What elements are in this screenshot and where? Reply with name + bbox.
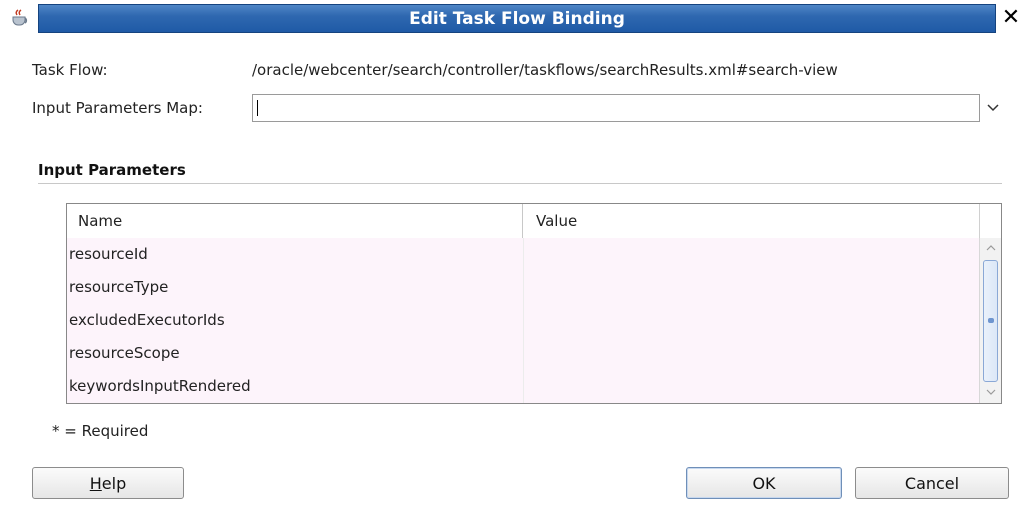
- section-divider: [38, 183, 1002, 184]
- param-name: resourceId: [69, 245, 148, 263]
- input-parameters-map-label: Input Parameters Map:: [32, 99, 203, 117]
- scrollbar-grip-icon: [988, 318, 994, 323]
- param-name: resourceScope: [69, 344, 180, 362]
- param-value[interactable]: [523, 271, 979, 304]
- column-header-name[interactable]: Name: [67, 204, 523, 238]
- table-header-corner: [979, 204, 1001, 238]
- param-name: excludedExecutorIds: [69, 311, 225, 329]
- help-mnemonic: H: [89, 473, 102, 493]
- input-parameters-table[interactable]: Name Value resourceId resourceType exclu…: [66, 203, 1002, 404]
- input-parameters-map-field[interactable]: [252, 94, 980, 122]
- title-band: Edit Task Flow Binding: [38, 4, 996, 33]
- dialog-title: Edit Task Flow Binding: [409, 8, 625, 29]
- help-button[interactable]: Help: [32, 467, 184, 499]
- input-parameters-heading: Input Parameters: [38, 161, 186, 179]
- text-caret: [257, 100, 258, 116]
- scroll-down-icon[interactable]: [980, 384, 1001, 402]
- title-bar: Edit Task Flow Binding ✕: [0, 0, 1024, 36]
- vertical-scrollbar[interactable]: [979, 238, 1001, 403]
- param-value[interactable]: [523, 337, 979, 370]
- param-value[interactable]: [523, 370, 979, 403]
- chevron-down-icon[interactable]: [984, 98, 1002, 118]
- param-name: resourceType: [69, 278, 169, 296]
- java-cup-icon: [12, 9, 28, 26]
- ok-button[interactable]: OK: [686, 467, 842, 499]
- table-header: Name Value: [67, 204, 979, 239]
- help-label: elp: [101, 473, 127, 493]
- required-note: * = Required: [52, 422, 149, 440]
- close-icon[interactable]: ✕: [1000, 6, 1022, 30]
- task-flow-label: Task Flow:: [32, 61, 108, 79]
- scrollbar-thumb[interactable]: [983, 260, 998, 382]
- column-divider: [523, 238, 524, 403]
- cancel-button[interactable]: Cancel: [855, 467, 1009, 499]
- param-value[interactable]: [523, 238, 979, 271]
- column-header-value[interactable]: Value: [523, 204, 979, 238]
- task-flow-value: /oracle/webcenter/search/controller/task…: [252, 61, 838, 79]
- param-name: keywordsInputRendered: [69, 377, 251, 395]
- param-value[interactable]: [523, 304, 979, 337]
- scroll-up-icon[interactable]: [980, 240, 1001, 258]
